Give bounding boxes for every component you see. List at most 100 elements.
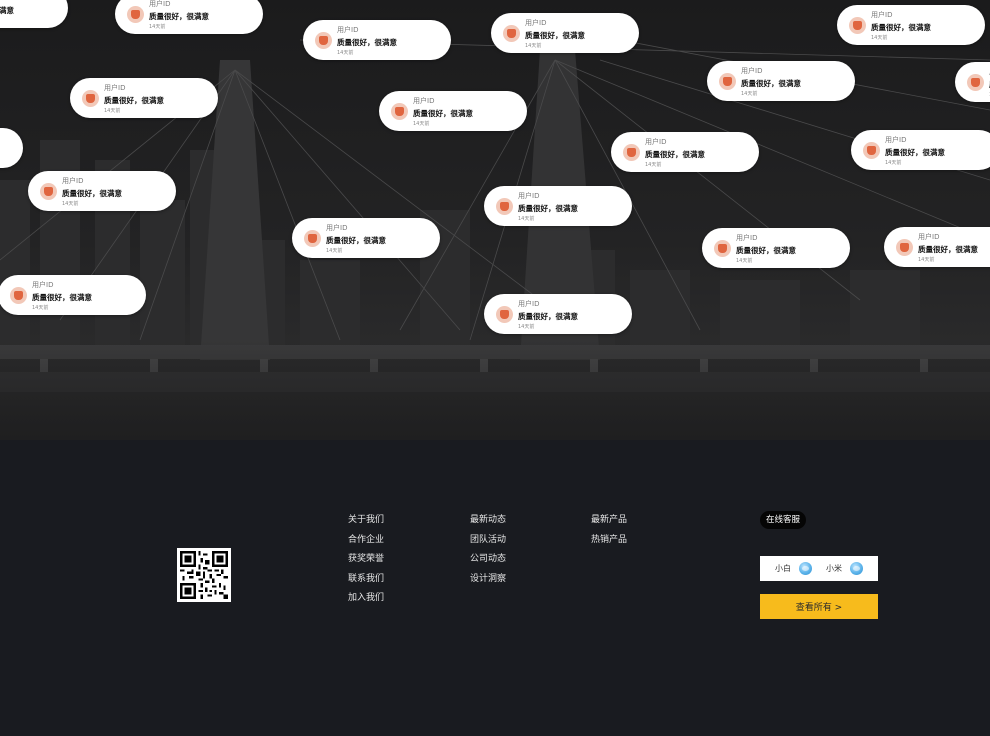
review-message: 质量很好，很满意 — [518, 204, 578, 213]
review-message: 质量很好，很满意 — [32, 293, 92, 302]
user-avatar-icon — [623, 144, 640, 161]
review-card: 用户ID质量很好，很满意14天前 — [884, 227, 990, 267]
footer-link-contact[interactable]: 联系我们 — [348, 573, 384, 593]
review-user-id: 用户ID — [149, 0, 171, 8]
qq-chat-icon — [850, 562, 863, 575]
user-avatar-icon — [896, 239, 913, 256]
review-time: 14天前 — [149, 24, 166, 30]
review-message: 质量很好，很满意 — [413, 109, 473, 118]
qq-chat-icon — [799, 562, 812, 575]
user-avatar-icon — [391, 103, 408, 120]
review-user-id: 用户ID — [518, 192, 540, 200]
user-avatar-icon — [40, 183, 57, 200]
user-avatar-icon — [127, 6, 144, 23]
review-user-id: 用户ID — [518, 300, 540, 308]
user-avatar-icon — [496, 198, 513, 215]
agent-xiaobai[interactable]: 小白 — [775, 562, 812, 575]
footer-link-awards[interactable]: 获奖荣誉 — [348, 553, 384, 573]
review-message: 质量很好，很满意 — [645, 150, 705, 159]
review-time: 14天前 — [518, 216, 535, 222]
review-user-id: 用户ID — [104, 84, 126, 92]
review-message: 质量很好，很满意 — [918, 245, 978, 254]
review-time: 14天前 — [525, 43, 542, 49]
agent-name: 小白 — [775, 564, 791, 573]
review-user-id: 用户ID — [741, 67, 763, 75]
review-user-id: 用户ID — [337, 26, 359, 34]
review-time: 14天前 — [337, 50, 354, 56]
review-card: 用户ID 质量很好，很满意 14天前 — [851, 130, 990, 170]
review-card: 用户ID 质量很好，很满意 14天前 — [0, 275, 146, 315]
review-card: 用户ID 质量很好，很满意 14天前 — [379, 91, 527, 131]
user-avatar-icon — [849, 17, 866, 34]
review-card: 用户ID 质量很好，很满意 14天前 — [303, 20, 451, 60]
agent-name: 小米 — [826, 564, 842, 573]
review-card: 用户ID 质量很好，很满意 14天前 — [702, 228, 850, 268]
review-message: 质量很好，很满意 — [337, 38, 397, 47]
qr-code-icon — [177, 548, 231, 602]
review-card: 用户ID质量很好，很满意14天前 — [0, 0, 68, 28]
footer-link-about[interactable]: 关于我们 — [348, 514, 384, 534]
review-card: 用户ID质量很好，很满意14天前 — [955, 62, 990, 102]
review-message: 质量很好，很满意 — [741, 79, 801, 88]
review-message: 质量很好，很满意 — [104, 96, 164, 105]
site-footer: 关于我们 合作企业 获奖荣誉 联系我们 加入我们 最新动态 团队活动 公司动态 … — [0, 440, 990, 736]
review-message: 质量很好，很满意 — [62, 189, 122, 198]
review-message: 质量很好，很满意 — [525, 31, 585, 40]
review-time: 14天前 — [62, 201, 79, 207]
online-service-title: 在线客服 — [760, 511, 807, 529]
agent-xiaomi[interactable]: 小米 — [826, 562, 863, 575]
review-time: 14天前 — [871, 35, 888, 41]
review-user-id: 用户ID — [326, 224, 348, 232]
review-card: 用户ID质量很好，很满意14天前 — [292, 218, 440, 258]
review-message: 质量很好，很满意 — [736, 246, 796, 255]
review-card: 用户ID 质量很好，很满意 14天前 — [115, 0, 263, 34]
footer-link-team-events[interactable]: 团队活动 — [470, 534, 506, 554]
review-card: 用户ID质量很好，很满意14天前 — [837, 5, 985, 45]
review-time: 14天前 — [32, 305, 49, 311]
review-time: 14天前 — [918, 257, 935, 263]
footer-link-partners[interactable]: 合作企业 — [348, 534, 384, 554]
review-user-id: 用户ID — [736, 234, 758, 242]
review-user-id: 用户ID — [645, 138, 667, 146]
user-avatar-icon — [10, 287, 27, 304]
review-card: 用户ID质量很好，很满意14天前 — [611, 132, 759, 172]
review-message: 质量很好，很满意 — [885, 148, 945, 157]
footer-nav-news: 最新动态 团队活动 公司动态 设计洞察 — [470, 514, 506, 592]
review-user-id: 用户ID — [871, 11, 893, 19]
review-message: 质量很好，很满意 — [518, 312, 578, 321]
review-message: 质量很好，很满意 — [149, 12, 209, 21]
footer-link-join[interactable]: 加入我们 — [348, 592, 384, 612]
review-user-id: 用户ID — [62, 177, 84, 185]
user-avatar-icon — [503, 25, 520, 42]
review-card: 用户ID 质量很好，很满意 14天前 — [28, 171, 176, 211]
review-time: 14天前 — [104, 108, 121, 114]
user-avatar-icon — [315, 32, 332, 49]
review-message: 质量很好，很满意 — [326, 236, 386, 245]
review-message: 质量很好，很满意 — [0, 6, 14, 15]
footer-link-company-news[interactable]: 公司动态 — [470, 553, 506, 573]
footer-link-new-products[interactable]: 最新产品 — [591, 514, 627, 534]
service-agents: 小白 小米 — [760, 556, 878, 581]
user-avatar-icon — [82, 90, 99, 107]
review-time: 14天前 — [736, 258, 753, 264]
review-time: 14天前 — [413, 121, 430, 127]
footer-link-design-insights[interactable]: 设计洞察 — [470, 573, 506, 593]
review-card: 用户ID 质量很好，很满意 14天前 — [707, 61, 855, 101]
review-card: 用户ID 质量很好，很满意 14天前 — [70, 78, 218, 118]
footer-nav-products: 最新产品 热销产品 — [591, 514, 627, 553]
review-card: 用户ID 质量很好，很满意 14天前 — [484, 294, 632, 334]
review-user-id: 用户ID — [525, 19, 547, 27]
review-card: 用户ID 质量很好，很满意 14天前 — [484, 186, 632, 226]
footer-link-hot-products[interactable]: 热销产品 — [591, 534, 627, 554]
review-user-id: 用户ID — [885, 136, 907, 144]
review-user-id: 用户ID — [32, 281, 54, 289]
review-time: 14天前 — [518, 324, 535, 330]
user-avatar-icon — [967, 74, 984, 91]
view-all-button[interactable]: 查看所有 > — [760, 594, 878, 619]
review-time: 14天前 — [885, 160, 902, 166]
user-avatar-icon — [714, 240, 731, 257]
user-avatar-icon — [719, 73, 736, 90]
review-user-id: 用户ID — [413, 97, 435, 105]
review-time: 14天前 — [741, 91, 758, 97]
footer-link-latest-news[interactable]: 最新动态 — [470, 514, 506, 534]
